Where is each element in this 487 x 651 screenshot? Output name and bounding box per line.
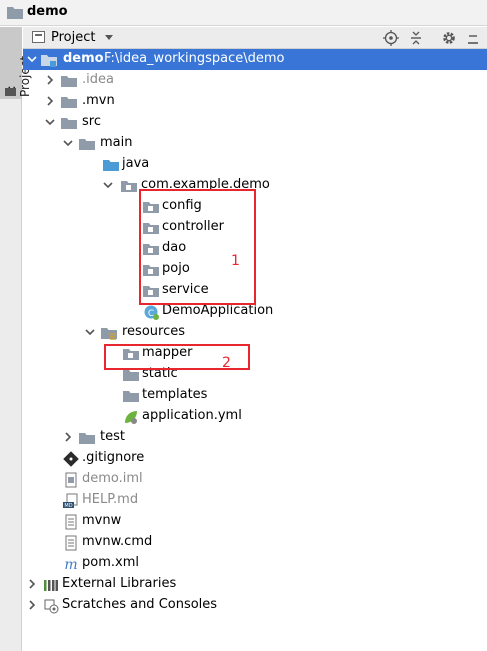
tree-label: java [122, 156, 150, 171]
chevron-down-icon[interactable] [63, 138, 73, 148]
folder-icon [7, 7, 23, 19]
chevron-down-icon[interactable] [105, 35, 113, 40]
tree-row-mvnw[interactable]: mvnw [23, 511, 487, 532]
chevron-down-icon[interactable] [85, 327, 95, 337]
module-folder-icon [41, 55, 57, 67]
package-icon [121, 181, 137, 192]
tree-row-help-md[interactable]: MD HELP.md [23, 490, 487, 511]
chevron-right-icon[interactable] [45, 75, 55, 85]
tree-path: F:\idea_workingspace\demo [104, 51, 285, 66]
project-tree: demo F:\idea_workingspace\demo .idea .mv… [23, 49, 487, 651]
tree-row-gitignore[interactable]: .gitignore [23, 448, 487, 469]
tree-label: .gitignore [82, 450, 145, 465]
tree-label: pom.xml [82, 555, 139, 570]
tree-row-scratches[interactable]: Scratches and Consoles [23, 595, 487, 616]
tree-row-test[interactable]: test [23, 427, 487, 448]
tree-label: .idea [82, 72, 114, 87]
collapse-all-icon[interactable] [406, 28, 426, 48]
tree-row-main[interactable]: main [23, 133, 487, 154]
chevron-down-icon[interactable] [27, 54, 37, 64]
tree-row-src[interactable]: src [23, 112, 487, 133]
tree-row-java[interactable]: java [23, 154, 487, 175]
markdown-file-icon: MD [63, 493, 78, 509]
folder-icon [79, 433, 95, 444]
tree-row-resources[interactable]: resources [23, 322, 487, 343]
tree-row-mvn[interactable]: .mvn [23, 91, 487, 112]
maven-icon: m [64, 557, 77, 572]
tree-row-idea[interactable]: .idea [23, 70, 487, 91]
tree-row-templates[interactable]: templates [23, 385, 487, 406]
hide-panel-icon[interactable] [463, 28, 483, 48]
left-tool-strip [0, 27, 22, 651]
tree-row-static[interactable]: static [23, 364, 487, 385]
tree-label: src [82, 114, 101, 129]
git-icon [63, 451, 79, 467]
tree-label: application.yml [142, 408, 242, 423]
chevron-down-icon[interactable] [45, 117, 55, 127]
text-file-icon [65, 535, 77, 551]
tree-label: DemoApplication [162, 303, 274, 318]
scratches-icon [44, 599, 59, 614]
chevron-right-icon[interactable] [63, 432, 73, 442]
tree-label: mvnw.cmd [82, 534, 153, 549]
locate-target-icon[interactable] [381, 28, 401, 48]
text-file-icon [65, 514, 77, 530]
window-title: demo [27, 4, 68, 19]
tree-label: External Libraries [62, 576, 177, 591]
tree-label: demo [63, 51, 104, 66]
tree-row-demo-iml[interactable]: demo.iml [23, 469, 487, 490]
tree-row-external-libraries[interactable]: External Libraries [23, 574, 487, 595]
annotation-label-1: 1 [231, 253, 240, 269]
project-view-selector[interactable]: Project [51, 30, 95, 45]
resources-folder-icon [101, 328, 117, 340]
tree-label: demo.iml [82, 471, 143, 486]
svg-text:MD: MD [64, 503, 72, 509]
tree-label: mvnw [82, 513, 122, 528]
chevron-right-icon[interactable] [27, 579, 37, 589]
window-titlebar: demo [0, 0, 487, 26]
gear-icon[interactable] [439, 28, 459, 48]
iml-file-icon [65, 472, 77, 488]
folder-icon [61, 97, 77, 108]
annotation-label-2: 2 [222, 355, 231, 371]
folder-icon [61, 118, 77, 129]
chevron-down-icon[interactable] [103, 180, 113, 190]
tree-label: templates [142, 387, 208, 402]
tree-label: HELP.md [82, 492, 139, 507]
chevron-right-icon[interactable] [27, 600, 37, 610]
chevron-right-icon[interactable] [45, 96, 55, 106]
library-icon [44, 580, 58, 591]
project-view-icon [32, 31, 45, 43]
spring-yaml-icon [125, 411, 137, 424]
tree-label: main [100, 135, 133, 150]
tree-label: .mvn [82, 93, 115, 108]
tree-row-mapper[interactable]: mapper [23, 343, 487, 364]
tree-label: test [100, 429, 125, 444]
folder-icon [61, 76, 77, 87]
spring-class-icon: C [144, 305, 159, 320]
tree-row-application-yml[interactable]: application.yml [23, 406, 487, 427]
project-toolwindow-header: Project [23, 27, 487, 49]
folder-icon [123, 391, 139, 402]
folder-icon [79, 139, 95, 150]
tree-row-demo-root[interactable]: demo F:\idea_workingspace\demo [23, 49, 487, 70]
annotation-box-1 [139, 189, 256, 305]
tree-label: Scratches and Consoles [62, 597, 218, 612]
tree-label: resources [122, 324, 186, 339]
tree-row-pom[interactable]: m pom.xml [23, 553, 487, 574]
tree-row-mvnw-cmd[interactable]: mvnw.cmd [23, 532, 487, 553]
structure-icon[interactable] [5, 88, 16, 96]
svg-text:m: m [64, 557, 77, 572]
source-folder-icon [103, 160, 119, 171]
